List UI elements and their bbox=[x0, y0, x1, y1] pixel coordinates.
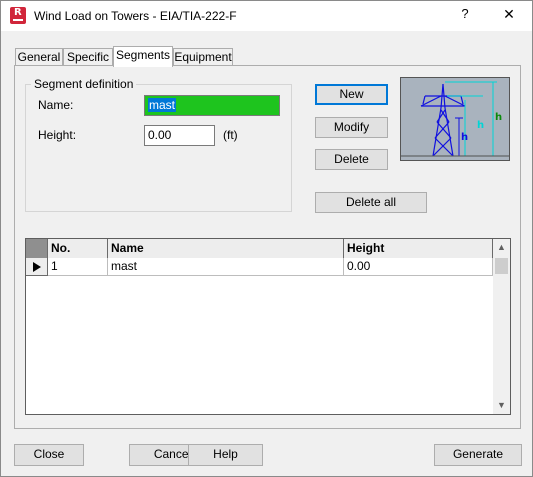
row-selector[interactable] bbox=[26, 258, 48, 276]
delete-button[interactable]: Delete bbox=[315, 149, 388, 170]
cell-no[interactable]: 1 bbox=[48, 258, 108, 276]
tower-illustration: h h h bbox=[401, 81, 509, 157]
tab-segments[interactable]: Segments bbox=[113, 46, 173, 67]
new-button[interactable]: New bbox=[315, 84, 388, 105]
table-scrollbar[interactable]: ▲ ▼ bbox=[493, 239, 510, 414]
column-header-no[interactable]: No. bbox=[48, 239, 108, 258]
column-header-name[interactable]: Name bbox=[108, 239, 344, 258]
title-bar: R Wind Load on Towers - EIA/TIA-222-F ? … bbox=[1, 1, 532, 31]
height-symbol-inner: h bbox=[461, 132, 468, 143]
table-header: No. Name Height bbox=[26, 239, 493, 258]
app-icon: R bbox=[10, 7, 26, 24]
window-title: Wind Load on Towers - EIA/TIA-222-F bbox=[34, 9, 237, 23]
close-button[interactable]: Close bbox=[14, 444, 84, 466]
delete-all-button[interactable]: Delete all bbox=[315, 192, 427, 213]
table-corner bbox=[26, 239, 48, 258]
tab-equipment[interactable]: Equipment bbox=[173, 48, 233, 66]
tab-specific[interactable]: Specific bbox=[63, 48, 113, 66]
scroll-up-icon[interactable]: ▲ bbox=[493, 239, 510, 256]
dialog-window: R Wind Load on Towers - EIA/TIA-222-F ? … bbox=[0, 0, 533, 477]
height-symbol-mid: h bbox=[477, 120, 484, 131]
height-label: Height: bbox=[38, 128, 77, 142]
height-field[interactable]: 0.00 bbox=[144, 125, 215, 146]
height-field-value: 0.00 bbox=[148, 128, 172, 142]
generate-button[interactable]: Generate bbox=[434, 444, 522, 466]
scroll-thumb[interactable] bbox=[495, 258, 508, 274]
app-icon-letter: R bbox=[14, 7, 22, 18]
modify-button[interactable]: Modify bbox=[315, 117, 388, 138]
current-row-arrow-icon bbox=[33, 262, 41, 272]
cell-name[interactable]: mast bbox=[108, 258, 344, 276]
table-row[interactable]: 1 mast 0.00 bbox=[26, 258, 493, 276]
segments-table[interactable]: No. Name Height 1 mast 0.00 ▲ ▼ bbox=[25, 238, 511, 415]
name-label: Name: bbox=[38, 98, 74, 112]
name-field[interactable]: mast bbox=[144, 95, 280, 116]
close-icon[interactable]: ✕ bbox=[499, 6, 519, 26]
column-header-height[interactable]: Height bbox=[344, 239, 493, 258]
name-field-value: mast bbox=[148, 98, 177, 112]
segment-definition-legend: Segment definition bbox=[31, 77, 137, 91]
scroll-down-icon[interactable]: ▼ bbox=[493, 397, 510, 414]
tab-general[interactable]: General bbox=[15, 48, 63, 66]
cell-height[interactable]: 0.00 bbox=[344, 258, 493, 276]
height-symbol-outer: h bbox=[495, 112, 502, 123]
help-icon[interactable]: ? bbox=[457, 6, 473, 26]
help-button[interactable]: Help bbox=[188, 444, 263, 466]
height-unit: (ft) bbox=[223, 128, 238, 142]
tower-preview-image: h h h bbox=[400, 77, 510, 161]
